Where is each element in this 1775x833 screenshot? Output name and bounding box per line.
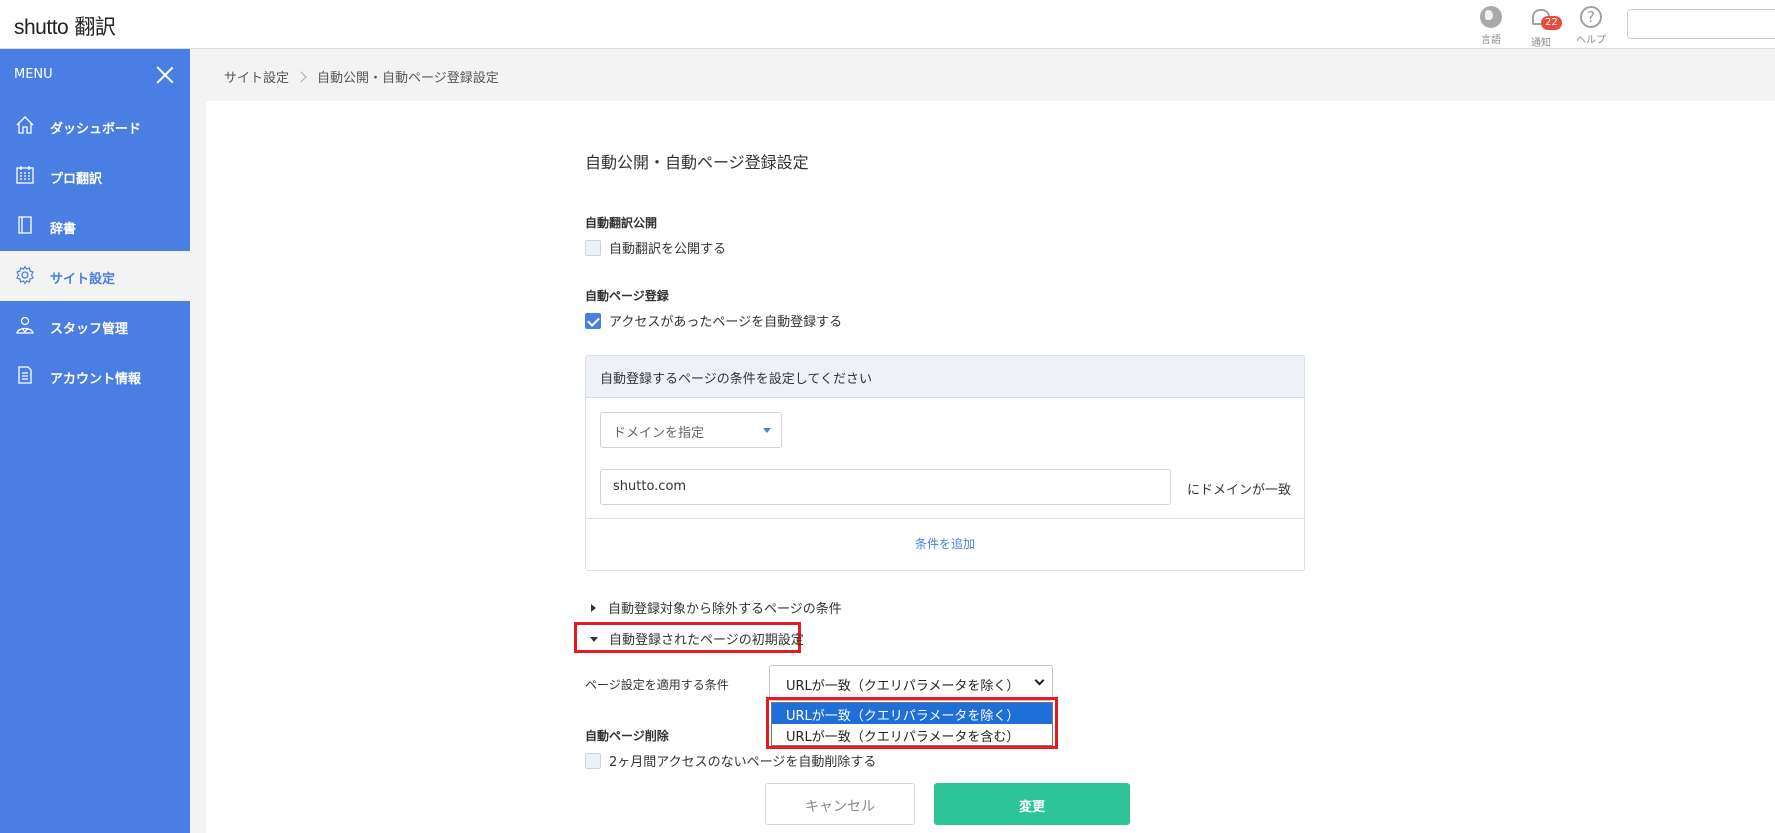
chevron-right-icon <box>295 71 307 83</box>
language-button[interactable]: 言語 <box>1471 6 1511 46</box>
sidebar-item-account[interactable]: アカウント情報 <box>0 351 190 401</box>
globe-icon <box>1480 6 1502 28</box>
notifications-button[interactable]: 22 通知 <box>1521 9 1562 49</box>
exclude-conditions-toggle[interactable]: 自動登録対象から除外するページの条件 <box>585 598 842 617</box>
document-icon <box>15 365 35 385</box>
breadcrumb: サイト設定 自動公開・自動ページ登録設定 <box>224 67 499 86</box>
page-title: 自動公開・自動ページ登録設定 <box>585 153 809 172</box>
highlight-box-dropdown <box>766 697 1058 749</box>
submit-button[interactable]: 変更 <box>934 783 1130 825</box>
triangle-right-icon <box>591 604 596 612</box>
chevron-down-icon <box>1034 675 1045 686</box>
book-icon <box>15 215 35 235</box>
conditions-header: 自動登録するページの条件を設定してください <box>586 356 1304 398</box>
auto-delete-checkbox[interactable] <box>585 752 601 769</box>
apply-condition-label: ページ設定を適用する条件 <box>585 678 729 692</box>
close-icon[interactable] <box>156 66 174 84</box>
domain-input[interactable]: shutto.com <box>600 469 1171 505</box>
menu-header: MENU <box>0 49 190 101</box>
sidebar-item-site-settings[interactable]: サイト設定 <box>0 251 190 301</box>
help-icon: ? <box>1580 6 1602 28</box>
sidebar-item-dashboard[interactable]: ダッシュボード <box>0 101 190 151</box>
apply-condition-select[interactable]: URLが一致（クエリパラメータを除く） <box>769 665 1053 701</box>
sidebar: MENU ダッシュボード プロ翻訳 辞書 サイト設定 スタッフ管理 アカウント情… <box>0 49 190 833</box>
initial-settings-toggle[interactable]: 自動登録されたページの初期設定 <box>585 629 804 648</box>
staff-icon <box>15 315 35 335</box>
domain-type-select[interactable]: ドメインを指定 <box>600 412 782 448</box>
app-logo[interactable]: shutto 翻訳 <box>14 11 116 41</box>
auto-delete-option[interactable]: 2ヶ月間アクセスのないページを自動削除する <box>585 751 876 770</box>
auto-register-checkbox[interactable] <box>585 312 601 329</box>
triangle-down-icon <box>590 637 598 642</box>
calendar-grid-icon <box>15 165 35 185</box>
sidebar-item-staff[interactable]: スタッフ管理 <box>0 301 190 351</box>
top-header: shutto 翻訳 言語 22 通知 ? ヘルプ <box>0 0 1775 49</box>
auto-register-heading: 自動ページ登録 <box>585 289 669 303</box>
breadcrumb-current: 自動公開・自動ページ登録設定 <box>317 71 499 86</box>
conditions-panel: 自動登録するページの条件を設定してください ドメインを指定 shutto.com… <box>585 355 1305 571</box>
sidebar-item-dictionary[interactable]: 辞書 <box>0 201 190 251</box>
caret-down-icon <box>763 428 771 433</box>
breadcrumb-parent[interactable]: サイト設定 <box>224 67 289 86</box>
settings-card: 自動公開・自動ページ登録設定 自動翻訳公開 自動翻訳を公開する 自動ページ登録 … <box>206 101 1775 833</box>
auto-publish-heading: 自動翻訳公開 <box>585 216 658 230</box>
add-condition-link[interactable]: 条件を追加 <box>586 518 1304 570</box>
domain-match-label: にドメインが一致 <box>1187 483 1292 498</box>
sidebar-item-pro-translation[interactable]: プロ翻訳 <box>0 151 190 201</box>
auto-register-option[interactable]: アクセスがあったページを自動登録する <box>585 311 842 330</box>
header-search-input[interactable] <box>1627 9 1775 39</box>
home-icon <box>15 115 35 135</box>
gear-icon <box>15 265 35 285</box>
auto-publish-option[interactable]: 自動翻訳を公開する <box>585 238 726 257</box>
notification-count-badge: 22 <box>1541 16 1562 30</box>
cancel-button[interactable]: キャンセル <box>765 783 915 825</box>
help-button[interactable]: ? ヘルプ <box>1571 6 1611 46</box>
auto-publish-checkbox[interactable] <box>585 239 601 256</box>
auto-delete-heading: 自動ページ削除 <box>585 729 669 743</box>
